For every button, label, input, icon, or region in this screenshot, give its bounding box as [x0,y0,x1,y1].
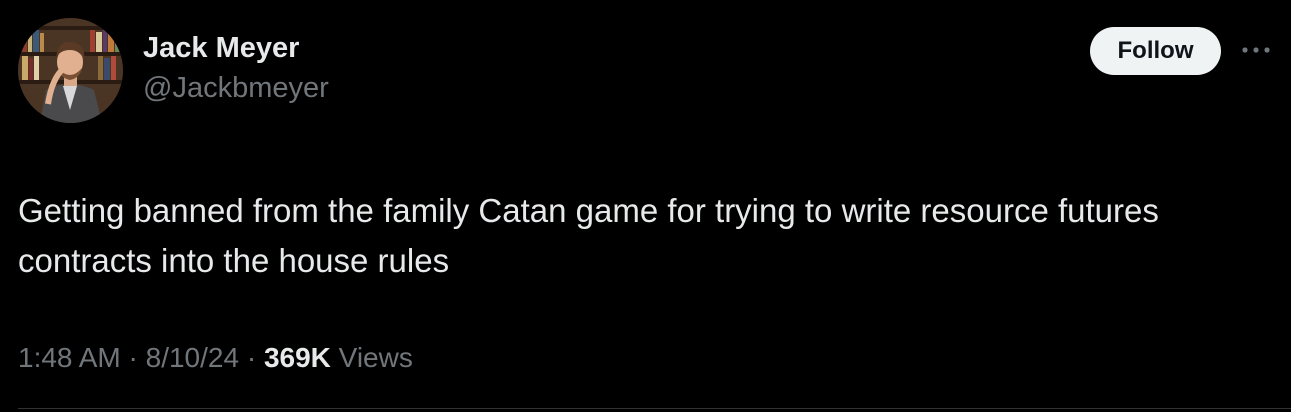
more-horizontal-icon [1242,47,1270,53]
meta-separator: · [246,342,257,373]
views-label: Views [338,342,413,373]
avatar[interactable] [18,18,123,123]
meta-separator: · [128,342,138,373]
author-info: Jack Meyer @Jackbmeyer [143,30,329,106]
views-count: 369K [263,342,331,373]
tweet-meta: 1:48 AM · 8/10/24 · 369K Views [18,340,413,376]
divider [18,408,1291,409]
author-display-name[interactable]: Jack Meyer [143,30,329,66]
tweet-date[interactable]: 8/10/24 [146,342,239,373]
avatar-image [18,18,123,123]
author-handle[interactable]: @Jackbmeyer [143,70,329,106]
tweet-time[interactable]: 1:48 AM [18,342,121,373]
tweet-text: Getting banned from the family Catan gam… [18,192,1159,279]
tweet-card: Jack Meyer @Jackbmeyer Follow Getting ba… [0,0,1291,412]
follow-button[interactable]: Follow [1090,27,1221,75]
more-options-button[interactable] [1238,34,1274,66]
